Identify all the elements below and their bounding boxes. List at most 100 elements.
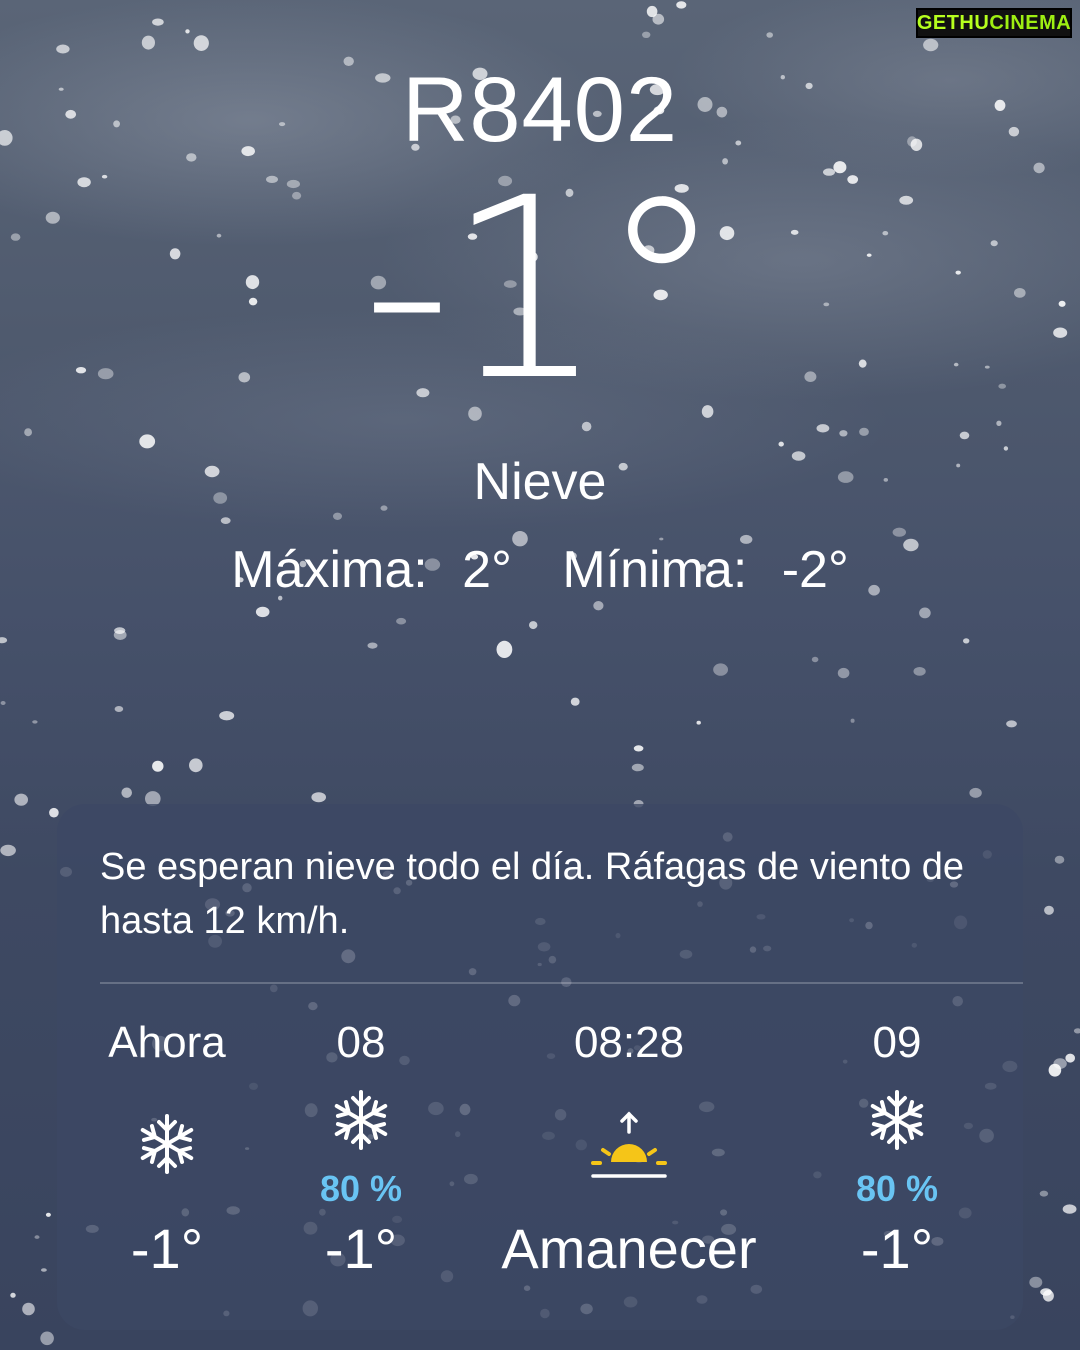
snowflake-particle — [49, 807, 59, 818]
hour-label: Ahora — [108, 1018, 226, 1067]
snowflake-particle — [1062, 1204, 1077, 1214]
snowflake-particle — [631, 763, 644, 772]
snowflake-particle — [189, 758, 203, 773]
watermark-logo: GETHU CINEMA — [916, 8, 1072, 38]
watermark-part1: GETHU — [916, 11, 990, 34]
snowflake-particle — [10, 1292, 16, 1298]
snowflake-particle — [642, 31, 651, 38]
snowflake-particle — [1040, 1288, 1052, 1296]
snowflake-particle — [219, 711, 235, 721]
snowflake-particle — [22, 1302, 35, 1316]
precipitation-probability: 80 % — [319, 1168, 403, 1209]
hour-label: 08:28 — [573, 1018, 685, 1067]
snowflake-particle — [766, 32, 773, 38]
snowflake-particle — [646, 5, 658, 18]
snowflake-particle — [969, 787, 982, 798]
snowflake-particle — [0, 637, 8, 644]
snowflake-particle — [850, 718, 855, 723]
condition-text: Nieve — [473, 453, 607, 511]
snowflake-particle — [811, 656, 819, 663]
hour-temperature: -1° — [860, 1217, 934, 1280]
snowflake-particle — [255, 606, 270, 618]
high-low-temperatures: Máxima: 2° Mínima: -2° — [0, 540, 1080, 600]
snowflake-particle — [892, 527, 906, 537]
high-temperature: Máxima: 2° — [223, 541, 520, 599]
snowflake-particle — [1029, 1276, 1043, 1288]
forecast-summary: Se esperan nieve todo el día. Ráfagas de… — [100, 846, 965, 942]
snowflake-particle — [193, 35, 209, 51]
hour-label: 09 — [872, 1018, 922, 1067]
snowflake-particle — [496, 640, 513, 659]
hourly-item-08: 08 80 % -1° — [261, 1018, 461, 1280]
snowflake-icon — [797, 1088, 997, 1157]
snowflake-particle — [311, 792, 327, 803]
snowflake-particle — [1003, 446, 1009, 451]
snowflake-particle — [1065, 1053, 1075, 1063]
snowflake-particle — [32, 720, 38, 724]
snowflake-particle — [816, 424, 830, 433]
snowflake-particle — [220, 517, 231, 524]
hourly-item-09: 09 80 % -1° — [797, 1018, 997, 1280]
hourly-item-sunrise: 08:28 Amanecer — [459, 1018, 799, 1280]
snowflake-particle — [14, 793, 28, 806]
snowflake-particle — [923, 38, 939, 52]
watermark-part2: CINEMA — [989, 11, 1072, 34]
snowflake-particle — [185, 29, 190, 34]
snowflake-icon — [261, 1088, 461, 1157]
hourly-item-now: Ahora -1° — [67, 1018, 267, 1280]
snowflake-particle — [0, 844, 16, 857]
current-temperature: -1° — [361, 144, 724, 435]
snowflake-particle — [919, 607, 931, 619]
snowflake-particle — [1039, 1190, 1049, 1197]
snowflake-particle — [1054, 855, 1065, 864]
snowflake-particle — [40, 1331, 54, 1346]
snowflake-particle — [959, 431, 970, 440]
snowflake-particle — [529, 621, 538, 630]
snowflake-particle — [24, 428, 32, 437]
card-divider — [100, 982, 1023, 984]
low-label: Mínima: — [562, 541, 748, 599]
snowflake-particle — [56, 44, 70, 54]
snowflake-particle — [41, 1268, 47, 1272]
snowflake-particle — [333, 512, 342, 520]
snowflake-particle — [778, 441, 784, 447]
snowflake-particle — [45, 1212, 51, 1217]
snowflake-particle — [859, 427, 869, 436]
hour-temperature: -1° — [130, 1217, 204, 1280]
snowflake-particle — [1053, 1058, 1067, 1069]
snowflake-particle — [839, 430, 848, 437]
snowflake-particle — [1044, 905, 1054, 915]
snowflake-particle — [34, 1235, 40, 1239]
snowflake-particle — [0, 701, 6, 705]
snowflake-particle — [963, 638, 970, 644]
hour-label: 08 — [336, 1018, 386, 1067]
low-temperature: Mínima: -2° — [554, 541, 856, 599]
snowflake-particle — [1073, 1028, 1080, 1034]
snowflake-particle — [696, 720, 701, 725]
low-value: -2° — [781, 541, 849, 599]
snowflake-particle — [913, 667, 926, 676]
snowflake-particle — [633, 745, 644, 752]
hour-temperature: -1° — [324, 1217, 398, 1280]
snowflake-particle — [713, 663, 728, 676]
snowflake-particle — [367, 642, 378, 649]
snowflake-particle — [114, 627, 126, 634]
snowflake-particle — [570, 697, 580, 706]
snowflake-particle — [593, 601, 604, 611]
snowflake-particle — [139, 434, 156, 449]
sunrise-icon — [459, 1110, 799, 1185]
snowflake-particle — [837, 667, 850, 679]
snowflake-particle — [1006, 720, 1017, 728]
high-value: 2° — [462, 541, 512, 599]
snowflake-particle — [676, 1, 687, 9]
snowflake-particle — [114, 706, 124, 712]
snowflake-particle — [152, 18, 164, 26]
snowflake-particle — [996, 420, 1002, 426]
snowflake-particle — [152, 760, 164, 772]
hourly-forecast-card[interactable]: Se esperan nieve todo el día. Ráfagas de… — [57, 804, 1023, 1330]
snowflake-icon — [67, 1112, 267, 1181]
sunrise-text: Amanecer — [501, 1217, 757, 1280]
precipitation-probability: 80 % — [855, 1168, 939, 1209]
snowflake-particle — [121, 787, 132, 798]
high-label: Máxima: — [231, 541, 428, 599]
